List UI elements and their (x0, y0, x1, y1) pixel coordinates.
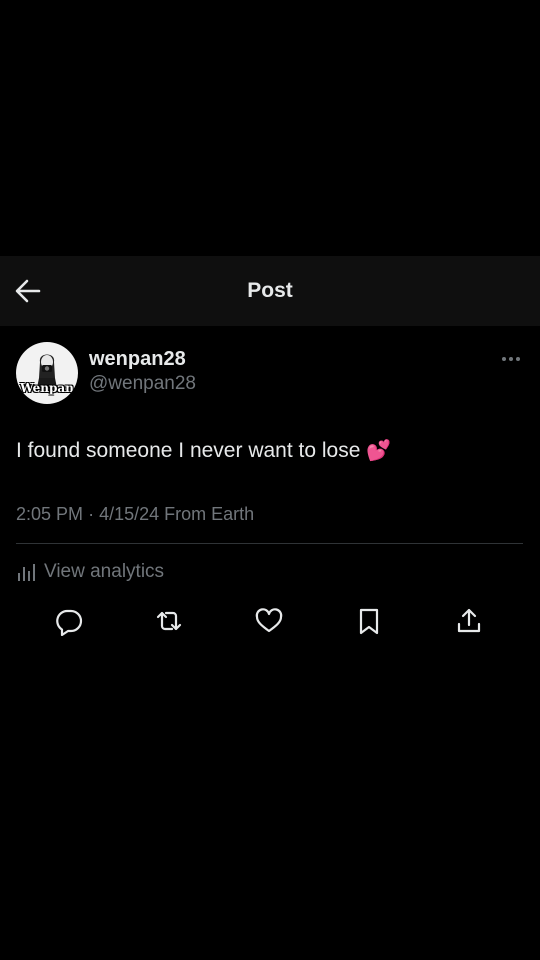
share-button[interactable] (454, 606, 484, 636)
avatar[interactable]: Wenpan (16, 342, 78, 404)
more-dots-icon (502, 357, 520, 361)
divider (16, 543, 523, 544)
back-button[interactable] (14, 278, 42, 304)
more-options-button[interactable] (500, 352, 522, 366)
post-source: From Earth (164, 504, 255, 524)
post-body: I found someone I never want to lose 💕 (16, 438, 391, 463)
author-display-name[interactable]: wenpan28 (89, 348, 186, 371)
hearts-emoji: 💕 (366, 440, 392, 462)
top-bar: Post (0, 256, 540, 326)
page-title: Post (247, 279, 293, 302)
bookmark-button[interactable] (354, 606, 384, 636)
reply-icon (56, 609, 83, 636)
reply-button[interactable] (54, 606, 84, 636)
post-meta: 2:05 PM · 4/15/24 From Earth (16, 504, 254, 525)
author-handle[interactable]: @wenpan28 (89, 373, 196, 395)
view-analytics-label: View analytics (44, 561, 165, 582)
avatar-label: Wenpan (20, 381, 74, 395)
arrow-left-icon (15, 279, 41, 303)
post-time[interactable]: 2:05 PM (16, 504, 83, 524)
like-button[interactable] (254, 606, 284, 636)
bar-chart-icon (18, 564, 35, 581)
bookmark-icon (359, 608, 379, 635)
post-text: I found someone I never want to lose (16, 439, 361, 462)
meta-separator: · (88, 504, 95, 524)
view-analytics-link[interactable]: View analytics (16, 560, 164, 584)
post-date[interactable]: 4/15/24 (99, 504, 159, 524)
like-icon (255, 608, 283, 633)
repost-icon (156, 611, 182, 631)
repost-button[interactable] (154, 606, 184, 636)
share-icon (457, 608, 481, 633)
